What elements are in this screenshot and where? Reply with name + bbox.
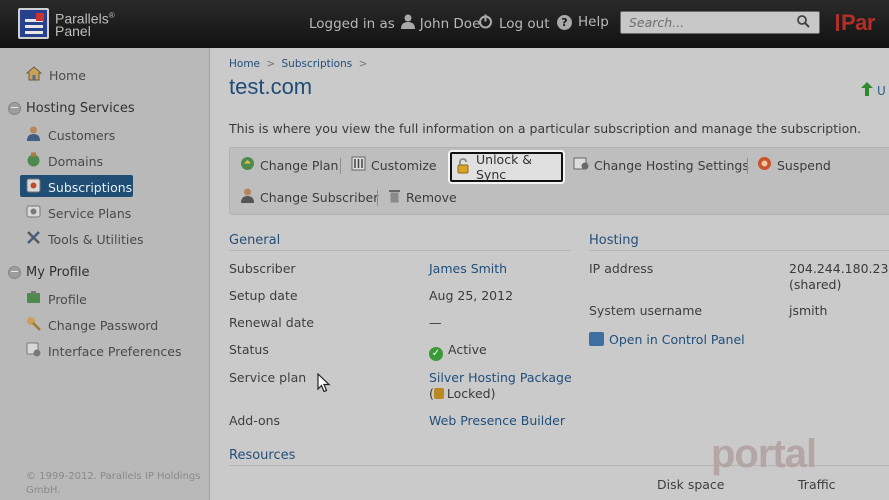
general-divider [229,250,571,251]
service-plan-link[interactable]: Silver Hosting Package [429,370,572,386]
trash-icon [388,188,401,206]
sidebar-section-profile[interactable]: − My Profile [8,265,89,280]
toolbar-divider [747,158,748,174]
parallels-logo-icon [18,8,49,39]
setup-date-value: Aug 25, 2012 [429,288,514,303]
change-plan-icon [240,156,255,174]
change-hosting-settings-button[interactable]: Change Hosting Settings [573,154,749,176]
control-panel-icon [589,332,604,346]
unlock-sync-button[interactable]: Unlock & Sync [450,152,563,182]
change-plan-button[interactable]: Change Plan [240,154,338,176]
sidebar-item-change-password[interactable]: Change Password [26,316,158,334]
sidebar-item-subscriptions[interactable]: Subscriptions [26,178,132,196]
lock-icon [433,388,444,399]
brand-fragment: Par [836,10,875,36]
brand-fragment-text: Par [841,10,875,35]
sidebar-item-customers[interactable]: Customers [26,126,115,144]
toolbar-divider [340,158,341,174]
sidebar-item-service-plans[interactable]: Service Plans [26,204,131,222]
renewal-date-label: Renewal date [229,315,314,330]
addons-link[interactable]: Web Presence Builder [429,413,565,429]
ip-address-value: 204.244.180.231 (shared) [789,261,889,292]
corner-link[interactable]: U [861,82,886,100]
service-plan-value: Silver Hosting Package (Locked) [429,370,572,402]
mouse-cursor-icon [317,372,331,396]
parallels-logo[interactable]: Parallels® Panel [18,8,115,39]
setup-date-label: Setup date [229,288,298,303]
page-description: This is where you view the full informat… [229,121,862,136]
system-username-value: jsmith [789,303,828,318]
up-arrow-icon [861,82,873,100]
sidebar-item-profile[interactable]: Profile [26,290,87,308]
customers-icon [26,126,41,144]
suspend-icon [757,156,772,174]
hosting-divider [589,250,889,251]
renewal-date-value: — [429,315,442,330]
general-heading: General [229,233,281,248]
remove-button[interactable]: Remove [388,186,457,208]
service-plan-label: Service plan [229,370,307,385]
top-bar: Parallels® Panel Logged in as John Doe L… [0,0,889,48]
search-icon[interactable] [797,15,810,32]
customize-icon [351,156,366,174]
open-control-panel-link[interactable]: Open in Control Panel [589,332,745,348]
hosting-settings-icon [573,156,589,174]
profile-icon [26,290,41,308]
search-box [620,11,820,34]
help-icon: ? [557,14,572,30]
unlock-icon [456,157,471,177]
sidebar-item-domains[interactable]: Domains [26,152,103,170]
subscriber-label: Subscriber [229,261,296,276]
check-icon: ✓ [429,347,443,361]
breadcrumb-subscriptions[interactable]: Subscriptions [282,58,353,70]
customize-button[interactable]: Customize [351,154,437,176]
change-subscriber-icon [240,188,255,206]
service-plans-icon [26,204,41,222]
tools-icon [26,230,41,248]
user-icon [400,14,415,33]
traffic-label: Traffic [798,477,836,492]
collapse-icon: − [8,101,21,115]
logo-line2: Panel [55,23,91,40]
change-subscriber-button[interactable]: Change Subscriber [240,186,378,208]
logged-in-info: Logged in as John Doe [309,14,481,33]
key-icon [26,316,41,334]
brand-mark-icon [836,14,839,31]
subscriber-link[interactable]: James Smith [429,261,507,277]
search-input[interactable] [621,12,791,33]
subscription-toolbar: Change Plan Customize Unlock & Sync Chan… [229,147,889,215]
ip-address-label: IP address [589,261,654,276]
copyright-text: © 1999-2012. Parallels IP Holdings GmbH. [26,471,201,496]
domains-icon [26,152,41,170]
hosting-heading: Hosting [589,233,639,248]
user-name[interactable]: John Doe [420,16,481,32]
status-value: ✓ Active [429,342,487,361]
sidebar-item-interface-preferences[interactable]: Interface Preferences [26,342,181,360]
sidebar: Home − Hosting Services Customers Domain… [0,48,210,500]
breadcrumb-home[interactable]: Home [229,58,260,70]
sidebar-item-home[interactable]: Home [25,66,86,84]
portal-watermark: portal [711,432,817,476]
subscriptions-icon [26,178,41,196]
status-label: Status [229,342,269,357]
plan-locked-note: (Locked) [429,386,496,401]
sidebar-item-tools-utilities[interactable]: Tools & Utilities [26,230,144,248]
logout-link[interactable]: Log out [478,14,550,33]
preferences-icon [26,342,41,360]
system-username-label: System username [589,303,703,318]
page-title: test.com [229,74,313,99]
collapse-icon: − [8,265,21,279]
home-icon [25,66,43,84]
resources-heading: Resources [229,448,296,463]
toolbar-divider [377,190,378,206]
suspend-button[interactable]: Suspend [757,154,831,176]
breadcrumb: Home > Subscriptions > [229,58,368,70]
sidebar-section-hosting[interactable]: − Hosting Services [8,101,135,116]
disk-space-label: Disk space [657,477,725,492]
power-icon [478,14,493,33]
help-link[interactable]: ? Help [557,14,609,30]
addons-label: Add-ons [229,413,281,428]
